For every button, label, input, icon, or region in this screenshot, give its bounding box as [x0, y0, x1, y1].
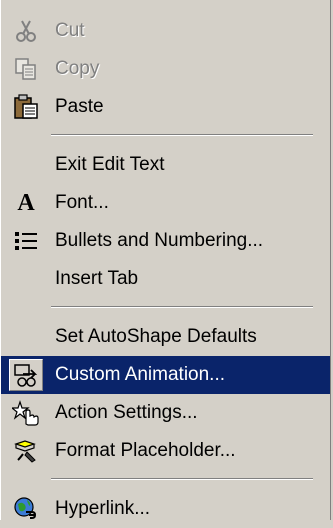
menu-separator [51, 478, 313, 480]
menu-item-cut[interactable]: Cut [1, 12, 330, 50]
menu-item-label: Exit Edit Text [55, 154, 165, 175]
menu-item-insert-tab[interactable]: Insert Tab [1, 260, 330, 298]
globe-link-icon [11, 495, 41, 523]
menu-item-label: Set AutoShape Defaults [55, 326, 257, 347]
clipboard-icon [11, 93, 41, 121]
copy-icon [11, 55, 41, 83]
animation-icon [9, 359, 43, 391]
menu-item-label: Format Placeholder... [55, 440, 236, 461]
menu-item-label: Hyperlink... [55, 498, 151, 519]
menu-item-set-autoshape-defaults[interactable]: Set AutoShape Defaults [1, 318, 330, 356]
context-menu: Cut Copy Paste Exit Edit Text A Font... … [0, 0, 331, 520]
menu-item-format-placeholder[interactable]: Format Placeholder... [1, 432, 330, 470]
menu-item-exit-edit-text[interactable]: Exit Edit Text [1, 146, 330, 184]
menu-item-hyperlink[interactable]: Hyperlink... [1, 490, 330, 528]
menu-separator [51, 134, 313, 136]
font-A-icon: A [17, 190, 35, 216]
menu-item-label: Cut [55, 20, 85, 41]
hand-pointer-icon [11, 399, 41, 427]
menu-item-font[interactable]: A Font... [1, 184, 330, 222]
menu-item-label: Action Settings... [55, 402, 198, 423]
menu-item-paste[interactable]: Paste [1, 88, 330, 126]
menu-item-copy[interactable]: Copy [1, 50, 330, 88]
menu-item-label: Copy [55, 58, 100, 79]
menu-item-label: Paste [55, 96, 104, 117]
scissors-icon [11, 17, 41, 45]
format-brush-icon [11, 437, 41, 465]
menu-separator [51, 306, 313, 308]
menu-item-label: Insert Tab [55, 268, 139, 289]
menu-item-label: Custom Animation... [55, 364, 226, 385]
menu-item-bullets-numbering[interactable]: Bullets and Numbering... [1, 222, 330, 260]
menu-item-custom-animation[interactable]: Custom Animation... [1, 356, 330, 394]
menu-item-label: Bullets and Numbering... [55, 230, 264, 251]
bullet-list-icon [11, 227, 41, 255]
menu-item-action-settings[interactable]: Action Settings... [1, 394, 330, 432]
menu-item-label: Font... [55, 192, 109, 213]
